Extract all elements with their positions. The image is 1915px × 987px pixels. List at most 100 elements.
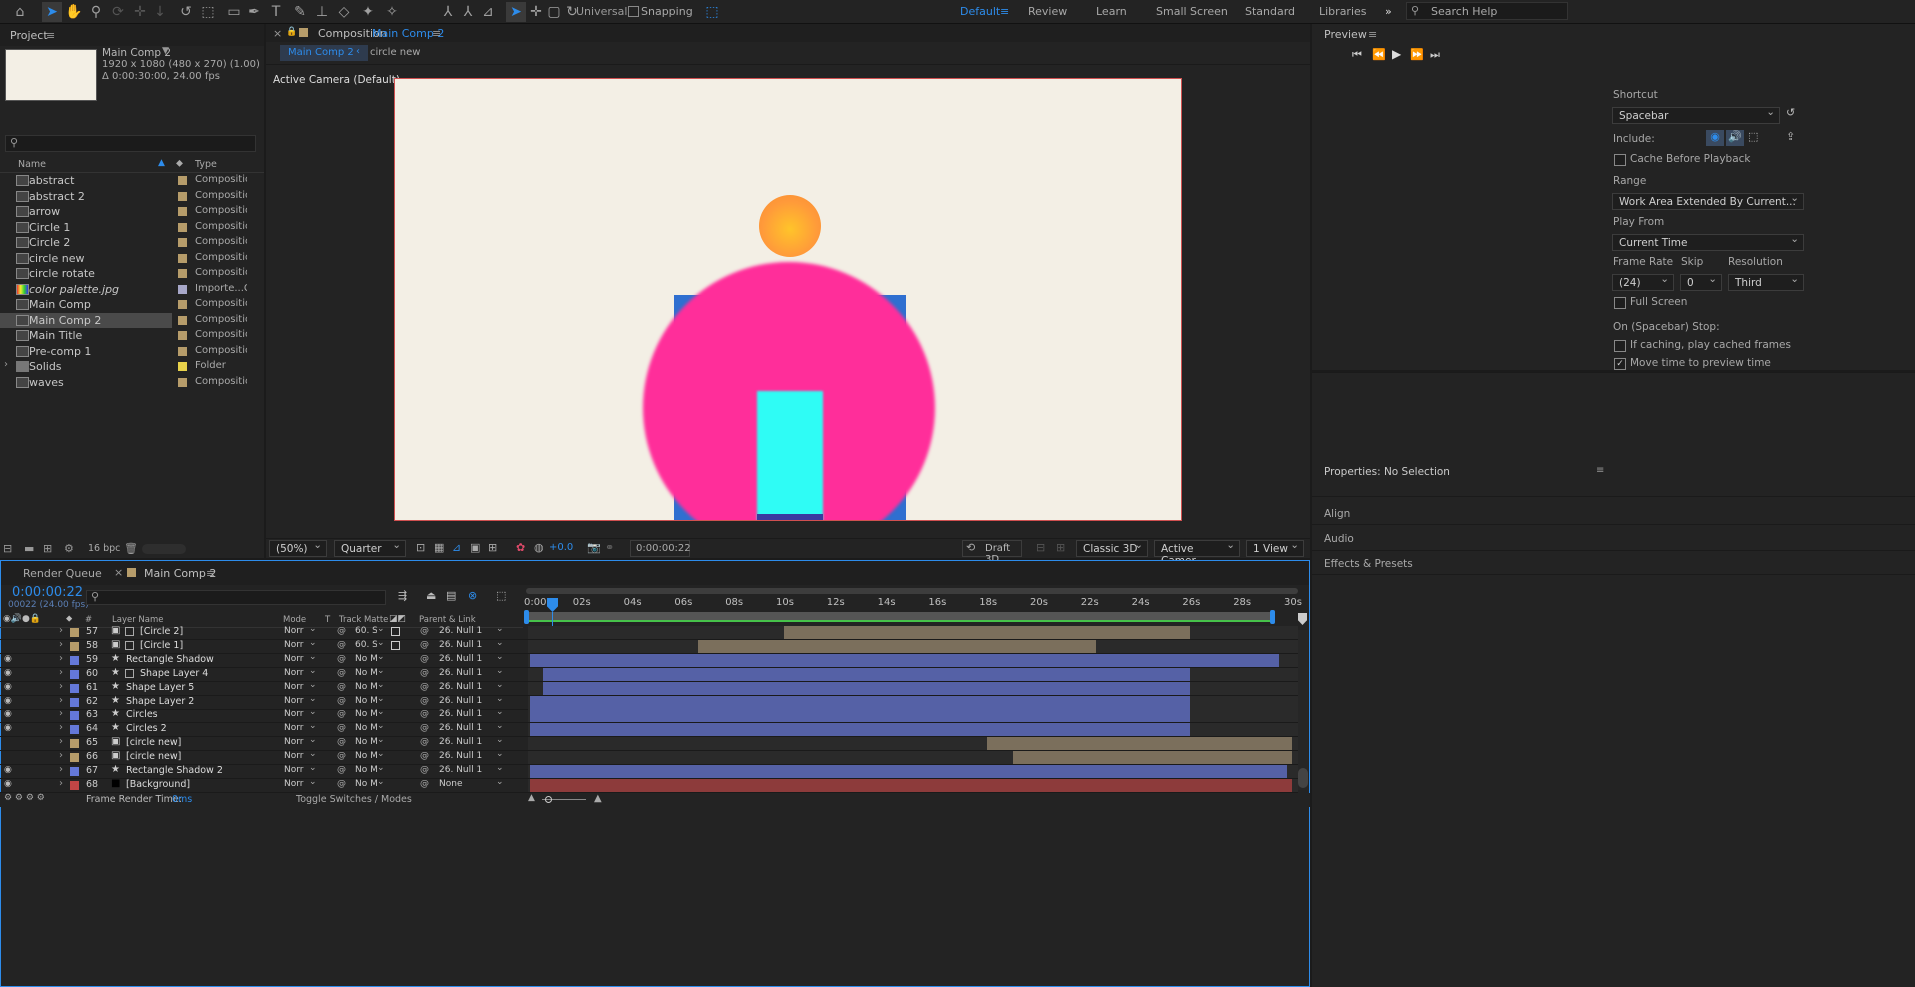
type-tool-icon[interactable]: T bbox=[266, 2, 286, 22]
parent-pick-whip-icon[interactable]: @ bbox=[420, 654, 429, 664]
project-item[interactable]: waves Composition bbox=[0, 375, 264, 390]
viewer-timecode[interactable]: 0:00:00:22 bbox=[630, 540, 691, 557]
home-icon[interactable]: ⌂ bbox=[10, 2, 30, 22]
first-frame-icon[interactable]: ⏮ bbox=[1352, 48, 1362, 62]
parent-pick-whip-icon[interactable]: @ bbox=[420, 723, 429, 733]
layer-duration-bar[interactable] bbox=[697, 639, 1097, 653]
label-swatch[interactable] bbox=[178, 284, 187, 294]
eye-icon[interactable]: ◉ bbox=[4, 696, 12, 706]
chevron-right-icon[interactable]: › bbox=[59, 778, 63, 789]
include-audio-icon[interactable]: 🔊 bbox=[1726, 130, 1744, 146]
range-select[interactable]: Work Area Extended By Current... bbox=[1612, 192, 1804, 210]
project-item[interactable]: Main Comp 2 Composition bbox=[0, 312, 247, 328]
exposure-reset-icon[interactable]: ◍ bbox=[534, 541, 544, 554]
panel-menu-icon[interactable]: ≡ bbox=[46, 29, 55, 42]
extended-viewer-icon[interactable]: ⊟ bbox=[1036, 541, 1045, 554]
comp-mini-flowchart-icon[interactable]: ⇶ bbox=[398, 589, 407, 602]
label-tag-icon[interactable]: ⬥ bbox=[176, 158, 183, 169]
pick-whip-icon[interactable]: @ bbox=[337, 696, 346, 706]
track-matte-select[interactable]: No M bbox=[355, 682, 377, 695]
chevron-right-icon[interactable]: › bbox=[59, 681, 63, 692]
layer-duration-bar[interactable] bbox=[530, 709, 1191, 723]
dolly-tool-icon[interactable]: ↓ bbox=[150, 2, 170, 22]
roto-brush-icon[interactable]: ✦ bbox=[358, 2, 378, 22]
eraser-tool-icon[interactable]: ◇ bbox=[334, 2, 354, 22]
pick-whip-icon[interactable]: @ bbox=[337, 640, 346, 650]
zoom-tool-icon[interactable]: ⚲ bbox=[86, 2, 106, 22]
chevron-right-icon[interactable]: › bbox=[59, 639, 63, 650]
timeline-timecode[interactable]: 0:00:00:22 bbox=[12, 585, 83, 600]
zoom-select[interactable]: (50%) bbox=[269, 539, 327, 557]
channel-icon[interactable]: ✿ bbox=[516, 541, 525, 554]
panel-menu-icon[interactable]: ≡ bbox=[1368, 28, 1377, 41]
draft-3d-icon[interactable]: ⏏ bbox=[426, 589, 436, 602]
parent-pick-whip-icon[interactable]: @ bbox=[420, 765, 429, 775]
search-help-field[interactable]: ⚲ Search Help bbox=[1406, 2, 1568, 20]
if-caching-checkbox[interactable] bbox=[1614, 340, 1626, 352]
parent-pick-whip-icon[interactable]: @ bbox=[420, 640, 429, 650]
chevron-right-icon[interactable]: › bbox=[59, 667, 63, 678]
layer-name-column[interactable]: Layer Name bbox=[112, 615, 163, 625]
pick-whip-icon[interactable]: @ bbox=[337, 751, 346, 761]
roi-icon[interactable]: ▣ bbox=[470, 541, 480, 554]
t-column[interactable]: T bbox=[325, 615, 330, 625]
comp-viewer[interactable] bbox=[394, 78, 1182, 521]
workspace-libraries[interactable]: Libraries bbox=[1319, 5, 1367, 18]
chevron-right-icon[interactable]: › bbox=[59, 722, 63, 733]
work-area-bar[interactable] bbox=[526, 612, 1272, 620]
camera-select[interactable]: Active Camer... bbox=[1154, 539, 1240, 567]
label-swatch[interactable] bbox=[178, 346, 187, 356]
3d-move-icon[interactable]: ✛ bbox=[526, 2, 546, 22]
work-area-end-handle[interactable] bbox=[1270, 610, 1275, 624]
shy-layers-icon[interactable]: ▤ bbox=[446, 589, 456, 602]
label-swatch[interactable] bbox=[178, 377, 187, 387]
chevron-right-icon[interactable]: › bbox=[59, 708, 63, 719]
eye-icon[interactable]: ◉ bbox=[4, 723, 12, 733]
timeline-scroll-thumb[interactable] bbox=[1298, 768, 1308, 788]
workspace-learn[interactable]: Learn bbox=[1096, 5, 1127, 18]
effects-presets-section[interactable]: Effects & Presets bbox=[1324, 558, 1413, 570]
eye-icon[interactable]: ◉ bbox=[4, 765, 12, 775]
zoom-slider-thumb[interactable] bbox=[545, 796, 552, 803]
matte-inverted-icon[interactable] bbox=[391, 640, 400, 650]
label-swatch[interactable] bbox=[178, 362, 187, 371]
project-item[interactable]: abstract Composition bbox=[0, 173, 264, 188]
parent-select[interactable]: 26. Null 1 bbox=[439, 626, 482, 636]
parent-select[interactable]: 26. Null 1 bbox=[439, 765, 482, 775]
view-axis-icon[interactable]: ⊿ bbox=[478, 2, 498, 22]
layer-row[interactable]: ◉ › 60 ★ Shape Layer 4 Norr ⌄ @ No M ⌄ @26. Null 1… bbox=[0, 666, 1298, 682]
parent-pick-whip-icon[interactable]: @ bbox=[420, 668, 429, 678]
parent-select[interactable]: 26. Null 1 bbox=[439, 723, 482, 733]
workspace-small-screen[interactable]: Small Screen bbox=[1156, 5, 1228, 18]
project-item[interactable]: Main Title Composition bbox=[0, 328, 264, 343]
chevron-down-icon[interactable]: ▼ bbox=[162, 46, 169, 56]
preview-resolution-select[interactable]: Third bbox=[1728, 273, 1804, 291]
panel-menu-icon[interactable]: ≡ bbox=[206, 567, 215, 580]
chevron-right-icon[interactable]: › bbox=[59, 764, 63, 775]
renderer-select[interactable]: Classic 3D bbox=[1076, 539, 1148, 557]
timeline-scrollbar[interactable] bbox=[1298, 630, 1308, 790]
layer-duration-bar[interactable] bbox=[530, 778, 1292, 792]
layer-row[interactable]: › 57 ▣ [Circle 2] Norr ⌄ @60. S ⌄ @26. Null 1 ⌄ bbox=[0, 626, 1298, 640]
eye-icon[interactable]: ◉ bbox=[4, 668, 12, 678]
layer-row[interactable]: ◉ › 59 ★ Rectangle Shadow Norr ⌄ @ No M ⌄ @26. Nul… bbox=[0, 652, 1298, 668]
eye-icon[interactable]: ◉ bbox=[4, 682, 12, 692]
layer-row[interactable]: ◉ › 68 ■ [Background] Norr ⌄ @ No M ⌄ @ None ⌄ bbox=[0, 777, 1298, 793]
pan-tool-icon[interactable]: ✛ bbox=[130, 2, 150, 22]
audio-section[interactable]: Audio bbox=[1324, 533, 1354, 545]
full-screen-checkbox[interactable] bbox=[1614, 297, 1626, 309]
workspace-review[interactable]: Review bbox=[1028, 5, 1067, 18]
chevron-right-icon[interactable]: › bbox=[59, 653, 63, 664]
label-swatch[interactable] bbox=[178, 253, 187, 263]
work-area-start-handle[interactable] bbox=[524, 610, 529, 624]
track-matte-select[interactable]: No M bbox=[355, 737, 377, 750]
next-frame-icon[interactable]: ⏩ bbox=[1410, 48, 1424, 61]
tab-render-queue[interactable]: Render Queue bbox=[23, 567, 102, 580]
pan-behind-icon[interactable]: ⬚ bbox=[198, 2, 218, 22]
project-item[interactable]: arrow Composition bbox=[0, 204, 264, 219]
parent-select[interactable]: 26. Null 1 bbox=[439, 751, 482, 761]
parent-select[interactable]: 26. Null 1 bbox=[439, 709, 482, 719]
track-matte-select[interactable]: No M bbox=[355, 765, 377, 778]
parent-select[interactable]: 26. Null 1 bbox=[439, 682, 482, 692]
parent-pick-whip-icon[interactable]: @ bbox=[420, 682, 429, 692]
